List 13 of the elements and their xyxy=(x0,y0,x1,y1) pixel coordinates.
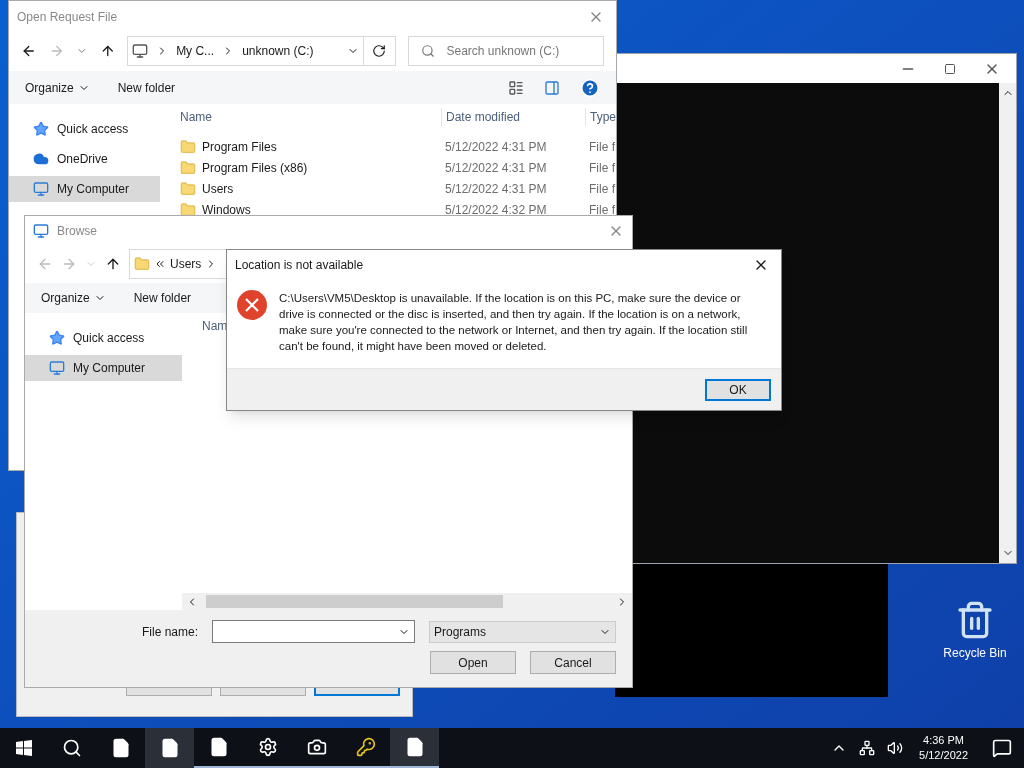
dialog-title: Location is not available xyxy=(235,257,364,274)
date-cell-text: 5/12/2022 4:32 PM xyxy=(444,201,548,219)
field-label: File name: xyxy=(141,623,198,641)
type-cell-text: File f xyxy=(588,159,615,177)
date-cell-text: 5/12/2022 4:31 PM xyxy=(444,180,548,198)
date-cell-text: 5/12/2022 4:31 PM xyxy=(444,138,548,156)
window-title: Open Request File xyxy=(17,9,118,26)
type-cell-text: File f xyxy=(588,180,615,198)
type-cell-text: File f xyxy=(588,138,615,156)
error-message: C:\Users\VM5\Desktop is unavailable. If the location is on this PC, make sure the device or drive is connected or the disc is inserted, and then try again. If the location is on a network, make sure you're connected to the network or Internet, and then try again. If the location still can't be found, it might have been moved or deleted. xyxy=(279,291,749,354)
date-cell-text: 5/12/2022 4:31 PM xyxy=(444,159,548,177)
type-cell-text: File f xyxy=(588,201,615,219)
window-title: Browse xyxy=(57,222,97,240)
